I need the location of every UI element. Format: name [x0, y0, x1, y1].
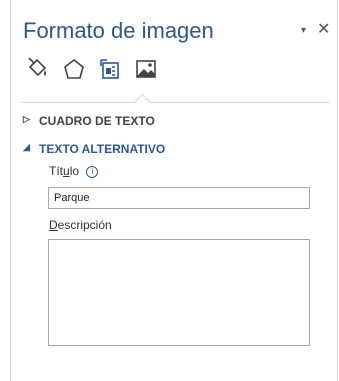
- format-picture-pane: Formato de imagen ▾ ✕ ▷ CUADRO DE TEXTO …: [10, 0, 338, 381]
- tab-picture[interactable]: [133, 56, 159, 82]
- tab-divider: [21, 102, 329, 103]
- section-cuadro-de-texto[interactable]: ▷ CUADRO DE TEXTO: [23, 114, 155, 128]
- pane-title: Formato de imagen: [23, 18, 214, 43]
- layout-properties-icon: [100, 59, 119, 79]
- title-input[interactable]: Parque: [48, 187, 310, 209]
- picture-icon: [136, 60, 156, 78]
- tab-fill-line[interactable]: [25, 56, 51, 82]
- expand-arrow-icon: ▷: [23, 114, 30, 124]
- pane-options-dropdown-icon[interactable]: ▾: [301, 25, 306, 36]
- section-label: CUADRO DE TEXTO: [39, 114, 155, 128]
- description-textarea[interactable]: [48, 239, 310, 346]
- close-icon[interactable]: ✕: [317, 19, 330, 39]
- info-icon[interactable]: i: [86, 166, 99, 178]
- section-texto-alternativo[interactable]: ◢ TEXTO ALTERNATIVO: [23, 142, 166, 156]
- tab-layout-properties[interactable]: [97, 56, 123, 82]
- section-label: TEXTO ALTERNATIVO: [39, 142, 166, 156]
- description-label: Descripción: [49, 218, 112, 232]
- title-label: Título i: [49, 164, 99, 178]
- effects-icon: [64, 58, 84, 79]
- fill-line-icon: [28, 57, 47, 77]
- tab-effects[interactable]: [61, 56, 87, 82]
- collapse-arrow-icon: ◢: [23, 142, 30, 152]
- selected-tab-indicator: [134, 93, 151, 110]
